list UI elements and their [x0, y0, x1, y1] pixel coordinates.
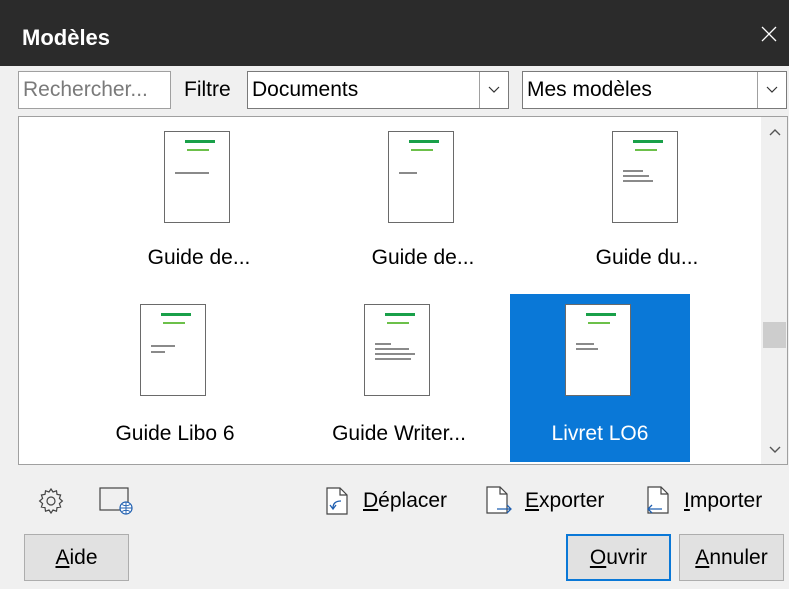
- open-label: Ouvrir: [589, 545, 648, 569]
- category-value: Mes modèles: [527, 78, 652, 101]
- import-button[interactable]: Importer: [644, 485, 762, 517]
- gear-icon: [38, 487, 64, 515]
- template-tile[interactable]: Guide de...: [109, 117, 289, 285]
- import-label: Importer: [684, 489, 763, 512]
- template-tile[interactable]: Guide du...: [557, 117, 737, 285]
- template-thumbnail: [140, 304, 206, 396]
- template-tile[interactable]: Guide de...: [333, 117, 513, 285]
- template-label: Guide Libo 6: [115, 422, 235, 445]
- export-button[interactable]: Exporter: [485, 485, 604, 517]
- search-input[interactable]: [18, 71, 171, 109]
- template-thumbnail: [388, 131, 454, 223]
- dialog-title: Modèles: [22, 25, 111, 50]
- move-button[interactable]: Déplacer: [325, 485, 447, 517]
- document-type-select[interactable]: Documents: [247, 71, 509, 109]
- document-type-dropdown[interactable]: [479, 72, 508, 108]
- template-view: Guide de... Guide de... Guide du... Guid…: [18, 116, 788, 465]
- scrollbar-thumb[interactable]: [763, 322, 786, 348]
- template-label: Guide du...: [595, 246, 699, 269]
- template-tile[interactable]: Guide Libo 6: [85, 294, 265, 462]
- document-type-value: Documents: [252, 78, 359, 101]
- vertical-scrollbar[interactable]: [761, 117, 787, 464]
- template-thumbnail: [164, 131, 230, 223]
- open-button[interactable]: Ouvrir: [566, 534, 671, 581]
- filter-label: Filtre: [184, 78, 231, 101]
- template-label: Guide de...: [147, 246, 251, 269]
- cancel-label: Annuler: [695, 545, 768, 569]
- template-label: Livret LO6: [551, 422, 649, 445]
- move-document-icon: [326, 487, 348, 515]
- template-tile[interactable]: Guide Writer...: [309, 294, 489, 462]
- close-icon: [761, 26, 777, 42]
- chevron-down-icon: [766, 86, 778, 93]
- move-label: Déplacer: [363, 489, 448, 512]
- export-document-icon: [486, 486, 512, 514]
- template-tile-selected[interactable]: Livret LO6: [510, 294, 690, 462]
- settings-button[interactable]: [36, 486, 66, 521]
- import-document-icon: [647, 486, 669, 514]
- template-label: Guide Writer...: [332, 422, 466, 445]
- globe-document-icon: [99, 487, 133, 515]
- title-bar: Modèles: [0, 0, 789, 66]
- close-button[interactable]: [749, 14, 789, 54]
- scroll-up-button[interactable]: [761, 120, 787, 144]
- export-label: Exporter: [525, 489, 605, 512]
- chevron-down-icon: [769, 446, 780, 453]
- chevron-up-icon: [769, 129, 780, 136]
- chevron-down-icon: [488, 86, 500, 93]
- online-templates-button[interactable]: [99, 486, 135, 521]
- template-thumbnail: [612, 131, 678, 223]
- category-dropdown[interactable]: [757, 72, 786, 108]
- category-select[interactable]: Mes modèles: [522, 71, 787, 109]
- template-thumbnail: [364, 304, 430, 396]
- template-thumbnail: [565, 304, 631, 396]
- template-label: Guide de...: [371, 246, 475, 269]
- scroll-down-button[interactable]: [761, 438, 787, 462]
- help-button[interactable]: Aide: [24, 534, 129, 581]
- cancel-button[interactable]: Annuler: [679, 534, 784, 581]
- help-label: Aide: [55, 545, 98, 569]
